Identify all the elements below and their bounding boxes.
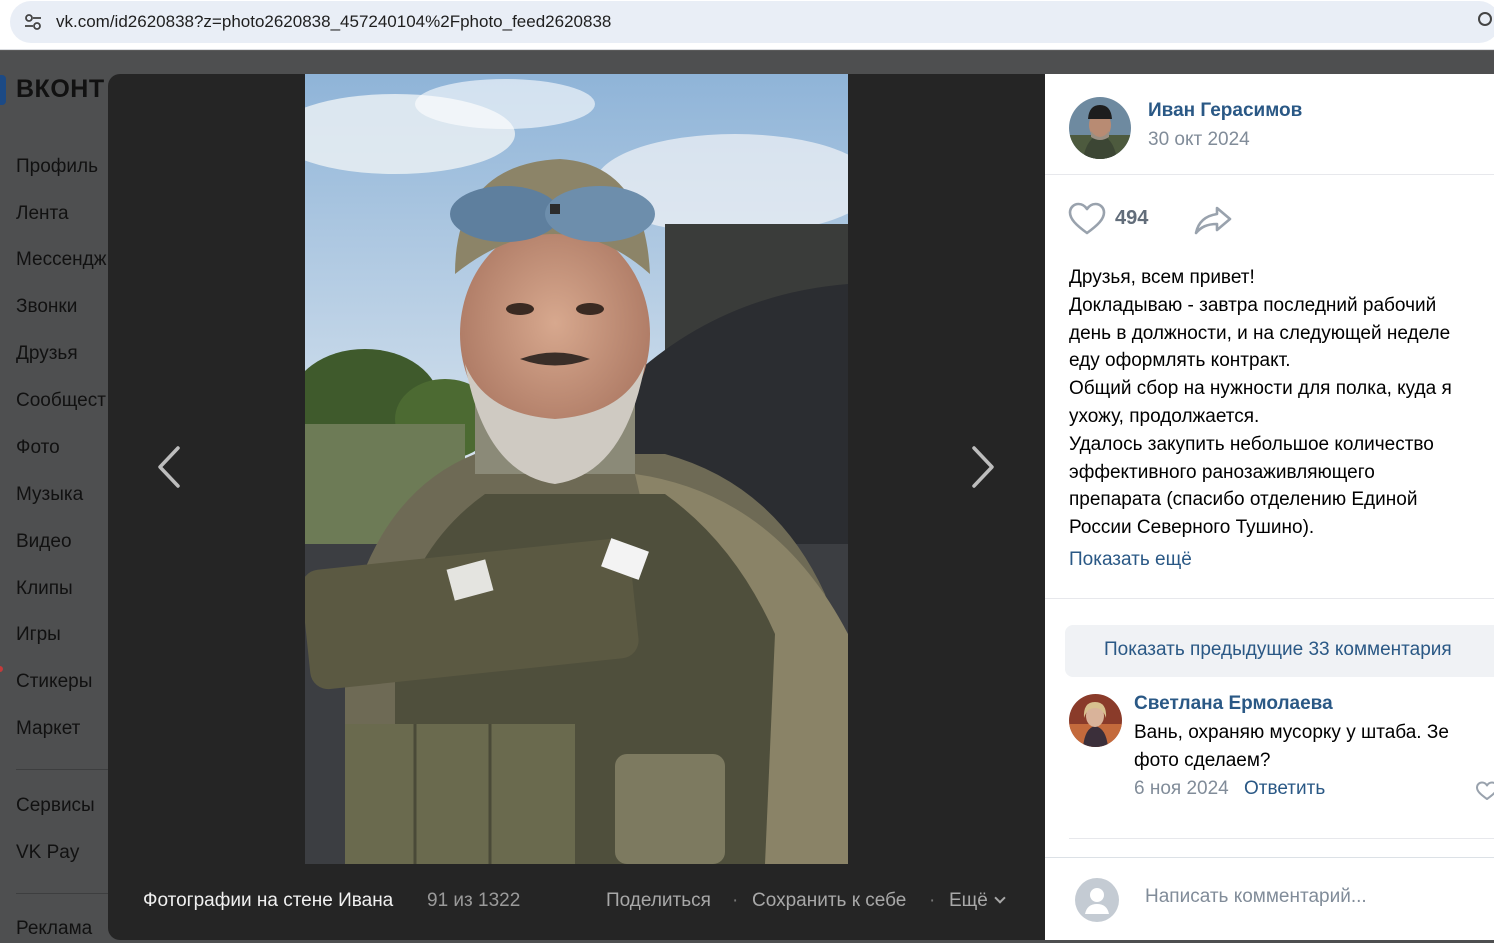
sidebar-item-photos[interactable]: Фото xyxy=(16,437,60,459)
photo-image[interactable] xyxy=(305,74,848,864)
photo-counter: 91 из 1322 xyxy=(427,890,521,911)
separator: · xyxy=(732,890,739,911)
sidebar-divider xyxy=(16,893,116,894)
browser-address-bar: vk.com/id2620838?z=photo2620838_45724010… xyxy=(0,0,1494,50)
photo-illustration xyxy=(305,74,848,864)
post-text-line: еду оформлять контракт. xyxy=(1069,350,1291,372)
sidebar-item-video[interactable]: Видео xyxy=(16,531,72,553)
tune-icon[interactable] xyxy=(22,11,44,33)
avatar[interactable] xyxy=(1069,97,1131,159)
sidebar-item-services[interactable]: Сервисы xyxy=(16,795,95,817)
sidebar-item-clips[interactable]: Клипы xyxy=(16,578,73,600)
like-count: 494 xyxy=(1115,207,1149,229)
comment-text-line: Вань, охраняю мусорку у штаба. Зе xyxy=(1134,722,1449,743)
share-icon[interactable] xyxy=(1193,204,1233,236)
heart-icon[interactable] xyxy=(1068,202,1106,236)
post-text-line: ухожу, продолжается. xyxy=(1069,405,1260,427)
post-text-line: Удалось закупить небольшое количество xyxy=(1069,433,1434,455)
sidebar-item-market[interactable]: Маркет xyxy=(16,718,80,740)
post-panel: Иван Герасимов 30 окт 2024 494 Друзья, в… xyxy=(1045,74,1494,940)
sidebar-item-communities[interactable]: Сообщест xyxy=(16,390,106,412)
vk-logo[interactable]: ВКОНТ xyxy=(16,75,105,104)
sidebar-item-vkpay[interactable]: VK Pay xyxy=(16,842,79,864)
sidebar-item-friends[interactable]: Друзья xyxy=(16,343,78,365)
sidebar-item-stickers[interactable]: Стикеры xyxy=(16,671,92,693)
comment-author-link[interactable]: Светлана Ермолаева xyxy=(1134,693,1333,715)
extension-icon[interactable] xyxy=(1478,12,1492,26)
user-silhouette-icon xyxy=(1085,888,1109,914)
post-author-link[interactable]: Иван Герасимов xyxy=(1148,100,1302,122)
url-text[interactable]: vk.com/id2620838?z=photo2620838_45724010… xyxy=(56,12,611,32)
avatar-picture xyxy=(1069,97,1131,159)
separator: · xyxy=(929,890,936,911)
comment-input[interactable] xyxy=(1145,886,1475,908)
comment-avatar[interactable] xyxy=(1069,694,1122,747)
sidebar-item-profile[interactable]: Профиль xyxy=(16,156,98,178)
post-date[interactable]: 30 окт 2024 xyxy=(1148,129,1250,151)
comment-composer xyxy=(1045,857,1494,940)
comment-text-line: фото сделаем? xyxy=(1134,750,1271,771)
show-previous-comments-button[interactable]: Показать предыдущие 33 комментария xyxy=(1065,625,1494,677)
url-field[interactable]: vk.com/id2620838?z=photo2620838_45724010… xyxy=(10,1,1494,43)
comment-avatar-picture xyxy=(1069,694,1122,747)
comment-date[interactable]: 6 ноя 2024 xyxy=(1134,778,1229,800)
comment-text: Вань, охраняю мусорку у штаба. Зе фото с… xyxy=(1134,719,1494,775)
more-label: Ещё xyxy=(949,890,988,911)
sidebar-item-feed[interactable]: Лента xyxy=(16,203,69,225)
album-title-link[interactable]: Фотографии на стене Ивана xyxy=(143,890,393,912)
vk-logo-icon xyxy=(0,75,6,105)
show-more-link[interactable]: Показать ещё xyxy=(1069,549,1192,571)
sidebar-item-ads[interactable]: Реклама xyxy=(16,918,92,940)
chevron-left-icon[interactable] xyxy=(152,444,192,490)
post-text-line: России Северного Тушино). xyxy=(1069,517,1315,539)
post-text-line: препарата (спасибо отделению Единой xyxy=(1069,489,1418,511)
post-text-line: Общий сбор на нужности для полка, куда я xyxy=(1069,378,1452,400)
heart-icon[interactable] xyxy=(1475,781,1494,801)
divider xyxy=(1045,174,1494,175)
sidebar-item-messenger[interactable]: Мессендж xyxy=(16,249,106,271)
post-text-line: эффективного ранозаживляющего xyxy=(1069,461,1375,483)
chevron-right-icon[interactable] xyxy=(964,444,1004,490)
post-text-line: Друзья, всем привет! xyxy=(1069,267,1255,288)
notification-dot xyxy=(0,666,3,672)
chevron-down-icon xyxy=(994,892,1006,904)
sidebar-divider xyxy=(16,769,116,770)
post-text-line: день в должности, и на следующей неделе xyxy=(1069,322,1451,344)
photo-viewer: Фотографии на стене Ивана 91 из 1322 Под… xyxy=(108,74,1045,940)
sidebar-item-music[interactable]: Музыка xyxy=(16,484,83,506)
user-avatar-placeholder xyxy=(1075,878,1119,922)
sidebar-item-calls[interactable]: Звонки xyxy=(16,296,77,318)
post-text-line: Докладываю - завтра последний рабочий xyxy=(1069,294,1437,316)
share-button[interactable]: Поделиться xyxy=(606,890,711,912)
save-button[interactable]: Сохранить к себе xyxy=(752,890,906,912)
reply-button[interactable]: Ответить xyxy=(1244,778,1325,800)
divider xyxy=(1069,838,1494,839)
sidebar-item-games[interactable]: Игры xyxy=(16,624,61,646)
divider xyxy=(1045,598,1494,599)
post-text: Друзья, всем привет! Докладываю - завтра… xyxy=(1069,264,1489,542)
more-menu-button[interactable]: Ещё xyxy=(949,890,1006,912)
